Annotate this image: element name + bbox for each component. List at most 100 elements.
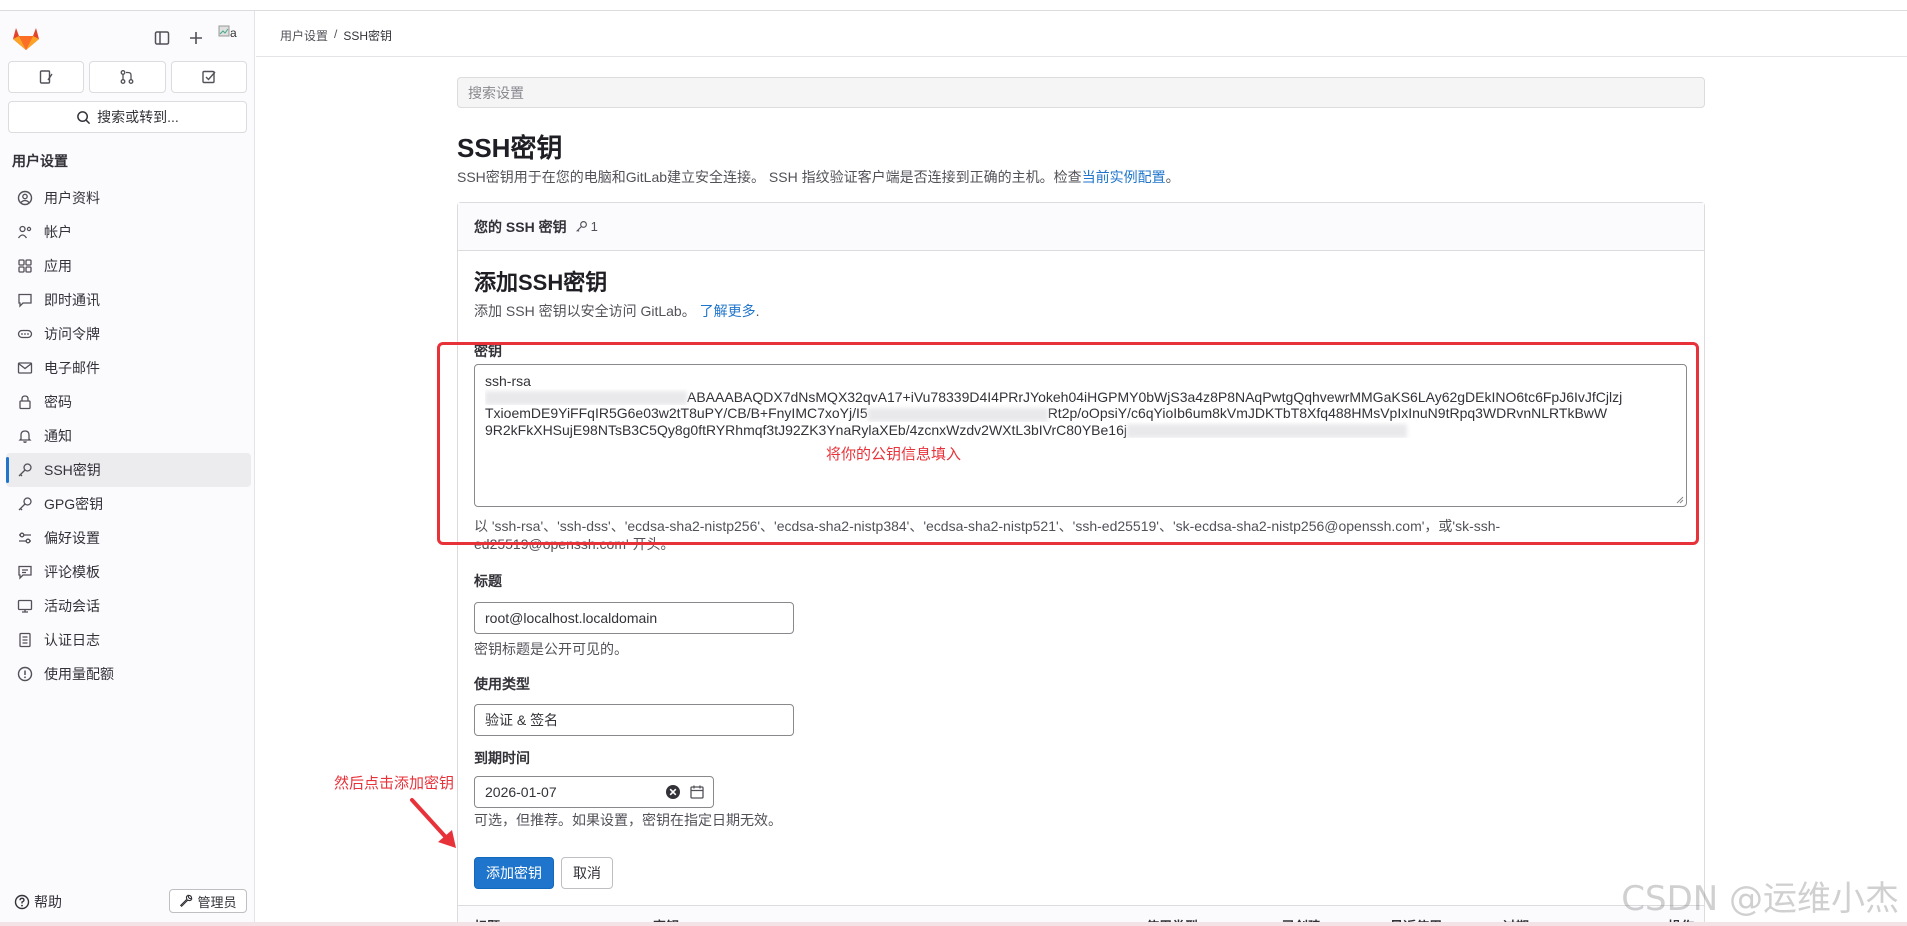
calendar-icon[interactable] [689,784,705,800]
sidebar-nav: 用户资料 帐户 应用 即时通讯 访问令牌 电子邮件 密码 通知 SSH密钥 GP… [6,181,251,691]
key-icon [16,495,34,513]
breadcrumb: 用户设置 / SSH密钥 [280,27,392,44]
todos-tab[interactable] [170,61,247,93]
avatar-alt: a [230,26,237,40]
sidebar: a 搜索或转到... 用户设置 用户资料 帐户 应用 即时通讯 访问令牌 电子邮… [0,11,255,922]
sidebar-item-gpg-keys[interactable]: GPG密钥 [6,487,251,521]
admin-label: 管理员 [197,894,237,910]
sidebar-item-label: 电子邮件 [44,360,100,376]
key-highlight-box [437,342,1699,545]
sidebar-item-access-tokens[interactable]: 访问令牌 [6,317,251,351]
add-key-desc-suffix: . [755,303,760,319]
breadcrumb-parent[interactable]: 用户设置 [280,27,328,44]
expiry-help: 可选，但推荐。如果设置，密钥在指定日期无效。 [474,812,782,828]
top-border [0,0,1907,11]
title-input[interactable]: root@localhost.localdomain [474,602,794,634]
sidebar-quick-tabs [8,61,247,93]
sidebar-item-label: 帐户 [44,224,72,240]
admin-button[interactable]: 管理员 [169,889,247,913]
breadcrumb-divider [256,56,1907,57]
sidebar-item-preferences[interactable]: 偏好设置 [6,521,251,555]
learn-more-link[interactable]: 了解更多 [700,303,756,319]
sidebar-item-password[interactable]: 密码 [6,385,251,419]
comment-icon [16,563,34,581]
sidebar-item-label: SSH密钥 [44,462,101,478]
sidebar-item-label: 认证日志 [44,632,100,648]
sidebar-item-comment-templates[interactable]: 评论模板 [6,555,251,589]
sidebar-header: a [12,23,247,53]
account-icon [16,223,34,241]
help-button[interactable]: 帮助 [14,892,62,912]
sidebar-item-usage-quotas[interactable]: 使用量配额 [6,657,251,691]
watermark: CSDN @运维小杰 [1621,879,1899,919]
profile-icon [16,189,34,207]
sidebar-item-label: 偏好设置 [44,530,100,546]
key-count-value: 1 [590,219,598,234]
annotation-arrow-icon [410,798,456,848]
sidebar-item-active-sessions[interactable]: 活动会话 [6,589,251,623]
add-key-button[interactable]: 添加密钥 [474,857,554,889]
sidebar-item-auth-log[interactable]: 认证日志 [6,623,251,657]
cancel-button[interactable]: 取消 [561,857,613,889]
issues-icon [39,70,53,84]
todo-icon [202,70,216,84]
search-button[interactable]: 搜索或转到... [8,101,247,133]
usage-type-label: 使用类型 [474,676,530,692]
sidebar-item-account[interactable]: 帐户 [6,215,251,249]
avatar[interactable]: a [218,25,244,49]
toggle-sidebar-icon[interactable] [150,26,174,50]
settings-search-input[interactable]: 搜索设置 [457,77,1705,108]
clear-icon[interactable] [665,784,681,800]
expiry-date-input[interactable]: 2026-01-07 [474,776,714,808]
merge-requests-tab[interactable] [89,61,166,93]
card-header-title: 您的 SSH 密钥 [474,218,567,235]
applications-icon [16,257,34,275]
sidebar-item-label: 通知 [44,428,72,444]
search-icon [77,110,91,124]
help-icon [14,894,30,910]
quota-icon [16,665,34,683]
expiry-label: 到期时间 [474,750,530,766]
token-icon [16,325,34,343]
page-description-end: 。 [1165,169,1180,185]
bottom-border [0,922,1907,926]
sidebar-item-label: 访问令牌 [44,326,100,342]
card-header: 您的 SSH 密钥 1 [458,203,1704,251]
lock-icon [16,393,34,411]
ssh-keys-card: 您的 SSH 密钥 1 添加SSH密钥 添加 SSH 密钥以安全访问 GitLa… [457,202,1705,926]
sidebar-item-label: 即时通讯 [44,292,100,308]
sidebar-item-ssh-keys[interactable]: SSH密钥 [6,453,251,487]
help-label: 帮助 [34,894,62,910]
sidebar-item-chat[interactable]: 即时通讯 [6,283,251,317]
key-icon [575,221,587,232]
broken-image-icon [218,25,230,37]
preferences-icon [16,529,34,547]
mail-icon [16,359,34,377]
wrench-icon [180,894,193,908]
click-add-annotation: 然后点击添加密钥 [334,775,455,792]
gitlab-logo-icon[interactable] [12,25,40,51]
title-label: 标题 [474,573,502,589]
sidebar-item-label: 活动会话 [44,598,100,614]
sidebar-footer: 帮助 管理员 [12,889,247,915]
issues-tab[interactable] [8,61,85,93]
instance-config-link[interactable]: 当前实例配置 [1082,169,1166,185]
title-help: 密钥标题是公开可见的。 [474,641,628,657]
key-count: 1 [575,219,598,234]
breadcrumb-separator: / [334,27,338,41]
usage-type-select[interactable]: 验证 & 签名 [474,704,794,736]
merge-request-icon [121,70,134,84]
expiry-date-value: 2026-01-07 [485,784,557,800]
monitor-icon [16,597,34,615]
search-label: 搜索或转到... [97,109,179,125]
sidebar-item-applications[interactable]: 应用 [6,249,251,283]
sidebar-item-profile[interactable]: 用户资料 [6,181,251,215]
sidebar-item-label: 使用量配额 [44,666,114,682]
date-input-icons [665,784,705,800]
breadcrumb-current[interactable]: SSH密钥 [343,27,392,44]
sidebar-item-label: 应用 [44,258,72,274]
sidebar-item-emails[interactable]: 电子邮件 [6,351,251,385]
sidebar-section-title: 用户设置 [12,153,68,169]
plus-icon[interactable] [184,26,208,50]
sidebar-item-notifications[interactable]: 通知 [6,419,251,453]
